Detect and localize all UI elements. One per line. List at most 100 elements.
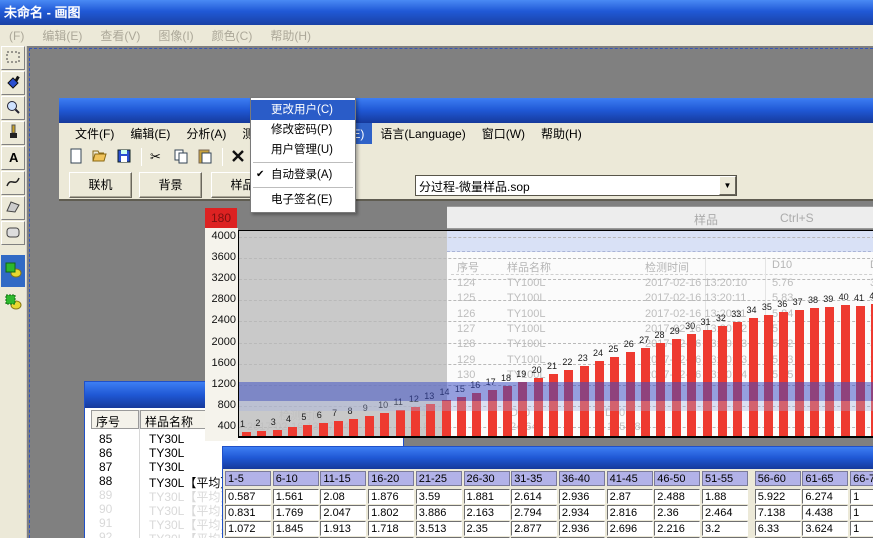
grid-cell[interactable]: 2.614 xyxy=(511,489,557,504)
paint-menu-item-3[interactable]: 图像(I) xyxy=(149,27,202,44)
grid-cell[interactable]: 1.876 xyxy=(368,489,414,504)
mode-button-背景[interactable]: 背景 xyxy=(139,172,202,198)
paint-titlebar[interactable]: 未命名 - 画图 xyxy=(0,0,873,25)
dropdown-item-3[interactable]: ✔自动登录(A) xyxy=(251,165,355,185)
paste-toolbar-button[interactable] xyxy=(194,147,216,167)
dropdown-item-1[interactable]: 修改密码(P) xyxy=(251,120,355,140)
grid-header-46-50[interactable]: 46-50 xyxy=(654,471,700,486)
grid-cell[interactable]: 2.877 xyxy=(511,521,557,536)
curve-tool-button[interactable] xyxy=(1,171,25,195)
paint-canvas[interactable]: 文件(F)编辑(E)分析(A)测试(M)电子签名(E)语言(Language)窗… xyxy=(27,46,873,538)
copy-toolbar-button[interactable] xyxy=(170,147,192,167)
grid-cell[interactable]: 2.163 xyxy=(464,505,510,520)
grid-cell[interactable]: 3.886 xyxy=(416,505,462,520)
opaque-paste-option[interactable] xyxy=(1,255,25,287)
app-menu-item-7[interactable]: 帮助(H) xyxy=(533,123,590,144)
grid-header-11-15[interactable]: 11-15 xyxy=(320,471,366,486)
grid-cell[interactable]: 6.274 xyxy=(802,489,848,504)
magnifier-tool-button[interactable] xyxy=(1,96,25,120)
selection-marquee-left[interactable] xyxy=(29,48,30,538)
grid-cell[interactable]: 1.845 xyxy=(273,521,319,536)
grid-cell[interactable]: 1.561 xyxy=(273,489,319,504)
grid-header-16-20[interactable]: 16-20 xyxy=(368,471,414,486)
grid-header-21-25[interactable]: 21-25 xyxy=(416,471,462,486)
grid-header-61-65[interactable]: 61-65 xyxy=(802,471,848,486)
dropdown-item-2[interactable]: 用户管理(U) xyxy=(251,140,355,160)
grid-header-6-10[interactable]: 6-10 xyxy=(273,471,319,486)
app-menu-item-5[interactable]: 语言(Language) xyxy=(372,123,473,144)
column-header-no[interactable]: 序号 xyxy=(91,410,139,429)
grid-cell[interactable]: 3.513 xyxy=(416,521,462,536)
paint-menu-item-0[interactable]: (F) xyxy=(0,29,33,43)
grid-header-41-45[interactable]: 41-45 xyxy=(607,471,653,486)
fill-tool-button[interactable] xyxy=(1,71,25,95)
grid-cell[interactable]: 1.913 xyxy=(320,521,366,536)
grid-cell[interactable]: 1 xyxy=(850,505,873,520)
grid-cell[interactable]: 2.816 xyxy=(607,505,653,520)
grid-cell[interactable]: 2.464 xyxy=(702,505,748,520)
select-tool-button[interactable] xyxy=(1,46,25,70)
app-menu-item-6[interactable]: 窗口(W) xyxy=(474,123,533,144)
polygon-tool-button[interactable] xyxy=(1,196,25,220)
grid-cell[interactable]: 2.87 xyxy=(607,489,653,504)
grid-cell[interactable]: 1 xyxy=(850,521,873,536)
grid-cell[interactable]: 2.936 xyxy=(559,489,605,504)
app-menu-item-1[interactable]: 编辑(E) xyxy=(122,123,178,144)
chart-plot-area[interactable]: 序号样品名称检测时间D10D50124TY100L2017-02-16 13:2… xyxy=(238,230,873,438)
sop-combobox[interactable]: 分过程-微量样品.sop ▼ xyxy=(415,175,737,196)
paint-menu-item-4[interactable]: 颜色(C) xyxy=(203,27,262,44)
grid-cell[interactable]: 0.587 xyxy=(225,489,271,504)
grid-cell[interactable]: 2.934 xyxy=(559,505,605,520)
grid-cell[interactable]: 2.696 xyxy=(607,521,653,536)
new-toolbar-button[interactable] xyxy=(65,147,87,167)
grid-cell[interactable]: 2.936 xyxy=(559,521,605,536)
dropdown-item-0[interactable]: 更改用户(C) xyxy=(251,100,355,120)
brush-tool-button[interactable] xyxy=(1,121,25,145)
grid-header-26-30[interactable]: 26-30 xyxy=(464,471,510,486)
transparent-paste-option[interactable] xyxy=(1,287,25,319)
grid-cell[interactable]: 2.794 xyxy=(511,505,557,520)
rounded-rect-tool-button[interactable] xyxy=(1,221,25,245)
grid-cell[interactable]: 3.2 xyxy=(702,521,748,536)
grid-cell[interactable]: 1.88 xyxy=(702,489,748,504)
grid-cell[interactable]: 7.138 xyxy=(755,505,801,520)
save-toolbar-button[interactable] xyxy=(113,147,135,167)
grid-cell[interactable]: 1.072 xyxy=(225,521,271,536)
text-tool-button[interactable]: A xyxy=(1,146,25,170)
grid-cell[interactable]: 1.718 xyxy=(368,521,414,536)
paint-menu-item-5[interactable]: 帮助(H) xyxy=(261,27,320,44)
combobox-dropdown-arrow-icon[interactable]: ▼ xyxy=(719,176,736,195)
grid-header-31-35[interactable]: 31-35 xyxy=(511,471,557,486)
grid-cell[interactable]: 0.831 xyxy=(225,505,271,520)
grid-cell[interactable]: 2.488 xyxy=(654,489,700,504)
grid-header-56-60[interactable]: 56-60 xyxy=(755,471,801,486)
delete-toolbar-button[interactable] xyxy=(227,147,249,167)
cut-toolbar-button[interactable]: ✂ xyxy=(146,147,168,167)
grid-cell[interactable]: 3.624 xyxy=(802,521,848,536)
grid-cell[interactable]: 2.047 xyxy=(320,505,366,520)
grid-cell[interactable]: 5.922 xyxy=(755,489,801,504)
grid-cell[interactable]: 2.35 xyxy=(464,521,510,536)
grid-cell[interactable]: 1.802 xyxy=(368,505,414,520)
analyzer-titlebar[interactable] xyxy=(59,98,873,123)
grid-header-1-5[interactable]: 1-5 xyxy=(225,471,271,486)
grid-cell[interactable]: 2.216 xyxy=(654,521,700,536)
grid-cell[interactable]: 6.33 xyxy=(755,521,801,536)
grid-cell[interactable]: 2.08 xyxy=(320,489,366,504)
selection-marquee-top[interactable] xyxy=(29,48,873,49)
app-menu-item-0[interactable]: 文件(F) xyxy=(67,123,122,144)
mode-button-联机[interactable]: 联机 xyxy=(69,172,132,198)
grid-cell[interactable]: 1 xyxy=(850,489,873,504)
grid-header-51-55[interactable]: 51-55 xyxy=(702,471,748,486)
paint-menu-item-1[interactable]: 编辑(E) xyxy=(33,27,91,44)
grid-header-66-70[interactable]: 66-70 xyxy=(850,471,873,486)
grid-cell[interactable]: 3.59 xyxy=(416,489,462,504)
grid-cell[interactable]: 2.36 xyxy=(654,505,700,520)
open-toolbar-button[interactable] xyxy=(89,147,111,167)
distribution-grid-titlebar[interactable] xyxy=(223,447,873,469)
paint-menu-item-2[interactable]: 查看(V) xyxy=(91,27,149,44)
grid-cell[interactable]: 1.881 xyxy=(464,489,510,504)
grid-header-36-40[interactable]: 36-40 xyxy=(559,471,605,486)
grid-cell[interactable]: 4.438 xyxy=(802,505,848,520)
app-menu-item-2[interactable]: 分析(A) xyxy=(178,123,234,144)
